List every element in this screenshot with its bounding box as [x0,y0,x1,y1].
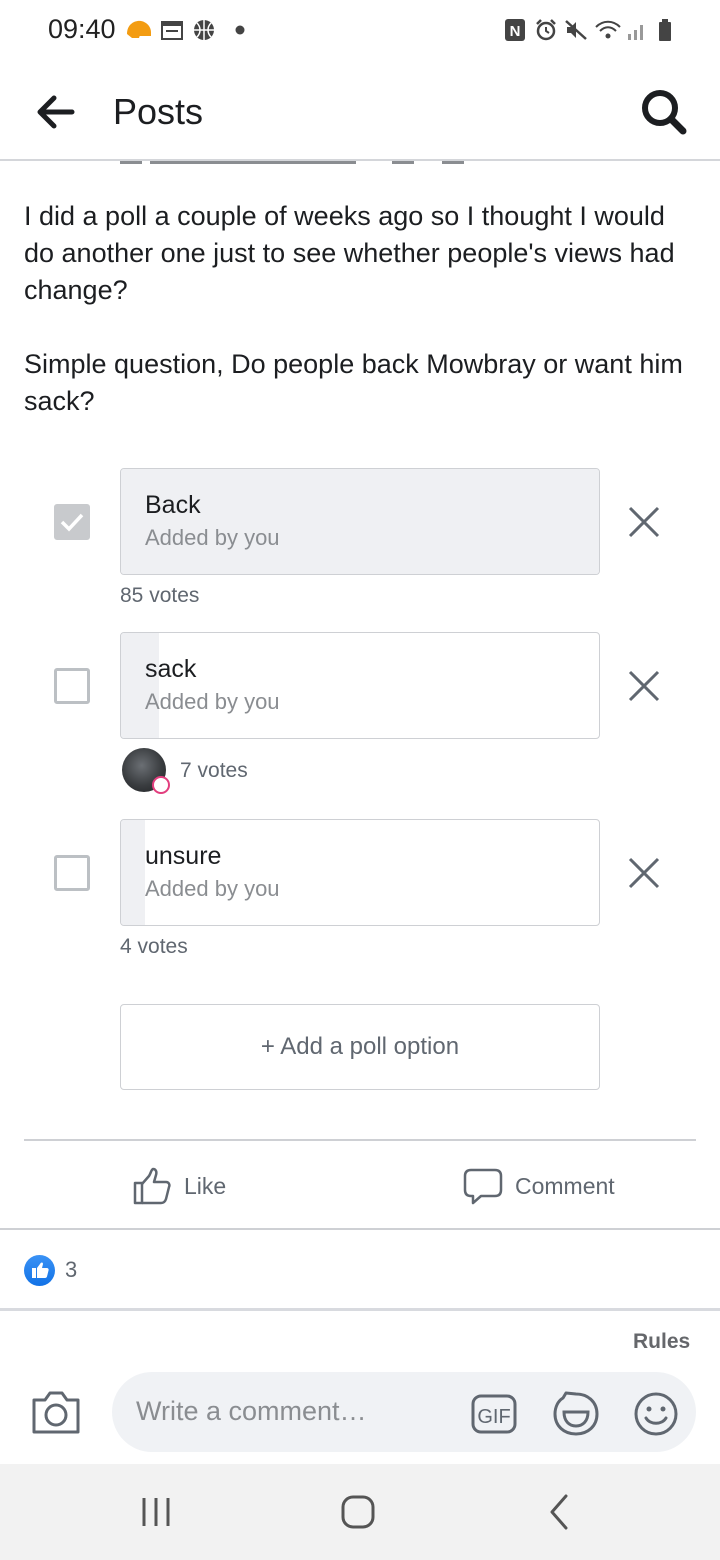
alarm-icon [536,19,556,41]
add-poll-option-button[interactable]: + Add a poll option [120,1004,600,1090]
calendar-icon [161,21,183,40]
sticker-icon[interactable] [552,1390,600,1438]
remove-option-icon[interactable] [624,666,664,706]
vote-count[interactable]: 7 votes [180,759,248,783]
signal-icon [628,25,643,40]
poll-option-label: Back [145,491,201,519]
gif-icon[interactable]: GIF [470,1390,518,1438]
battery-icon [659,19,671,41]
rules-link[interactable]: Rules [633,1330,690,1354]
helmet-notification-icon [127,20,151,38]
page-title: Posts [113,91,204,132]
poll-option-sack[interactable]: sack Added by you [120,632,600,739]
poll-option-label: sack [145,655,197,683]
poll-checkbox[interactable] [54,855,90,891]
mute-icon [565,20,587,40]
basketball-icon [194,20,214,40]
comment-label: Comment [515,1172,615,1199]
app-header: Posts [0,62,720,160]
divider [24,1139,696,1141]
comment-icon [463,1168,503,1205]
clipped-author-row [120,161,470,167]
poll-option-author: Added by you [145,525,280,550]
divider [0,1228,720,1230]
like-button[interactable]: Like [132,1162,226,1210]
status-time: 09:40 [48,14,116,44]
poll-checkbox[interactable] [54,668,90,704]
nfc-icon: N [505,19,525,41]
reaction-summary[interactable]: 3 [24,1254,77,1286]
post-paragraph: Simple question, Do people back Mowbray … [24,349,683,416]
comment-placeholder: Write a comment… [136,1396,367,1426]
camera-icon[interactable] [30,1388,82,1436]
back-arrow-icon[interactable] [30,86,82,138]
like-icon [133,1167,171,1205]
remove-option-icon[interactable] [624,502,664,542]
poll-option-back[interactable]: Back Added by you [120,468,600,575]
avatar-badge [152,776,170,794]
like-reaction-icon [24,1254,55,1286]
vote-count[interactable]: 4 votes [120,935,188,959]
like-label: Like [184,1172,227,1199]
voter-avatar[interactable] [122,748,170,794]
poll-option-author: Added by you [145,876,280,901]
search-icon[interactable] [636,84,692,140]
thumbs-up-icon [31,1262,49,1278]
recent-apps-icon[interactable] [136,1492,176,1532]
divider [0,1308,720,1311]
post-paragraph: I did a poll a couple of weeks ago so I … [24,201,675,305]
reaction-count: 3 [65,1257,78,1282]
poll-checkbox[interactable] [54,504,90,540]
home-icon[interactable] [338,1492,378,1532]
nav-back-icon[interactable] [540,1492,580,1532]
poll-option-author: Added by you [145,689,280,714]
poll-option-label: unsure [145,842,222,870]
svg-text:GIF: GIF [477,1406,510,1428]
poll-result-bar [121,469,599,574]
emoji-icon[interactable] [632,1390,680,1438]
poll-option-unsure[interactable]: unsure Added by you [120,819,600,926]
comment-button[interactable]: Comment [463,1162,615,1210]
wifi-icon [595,20,621,39]
dot-icon [235,25,245,35]
poll-result-bar [121,633,160,738]
remove-option-icon[interactable] [624,853,664,893]
system-nav-bar [0,1464,720,1560]
svg-text:N: N [510,23,521,40]
poll-result-bar [121,820,145,925]
comment-input[interactable]: Write a comment… GIF [112,1372,696,1452]
status-bar: 09:40 N [0,0,720,62]
checkmark-icon [60,513,84,532]
vote-count[interactable]: 85 votes [120,584,199,608]
